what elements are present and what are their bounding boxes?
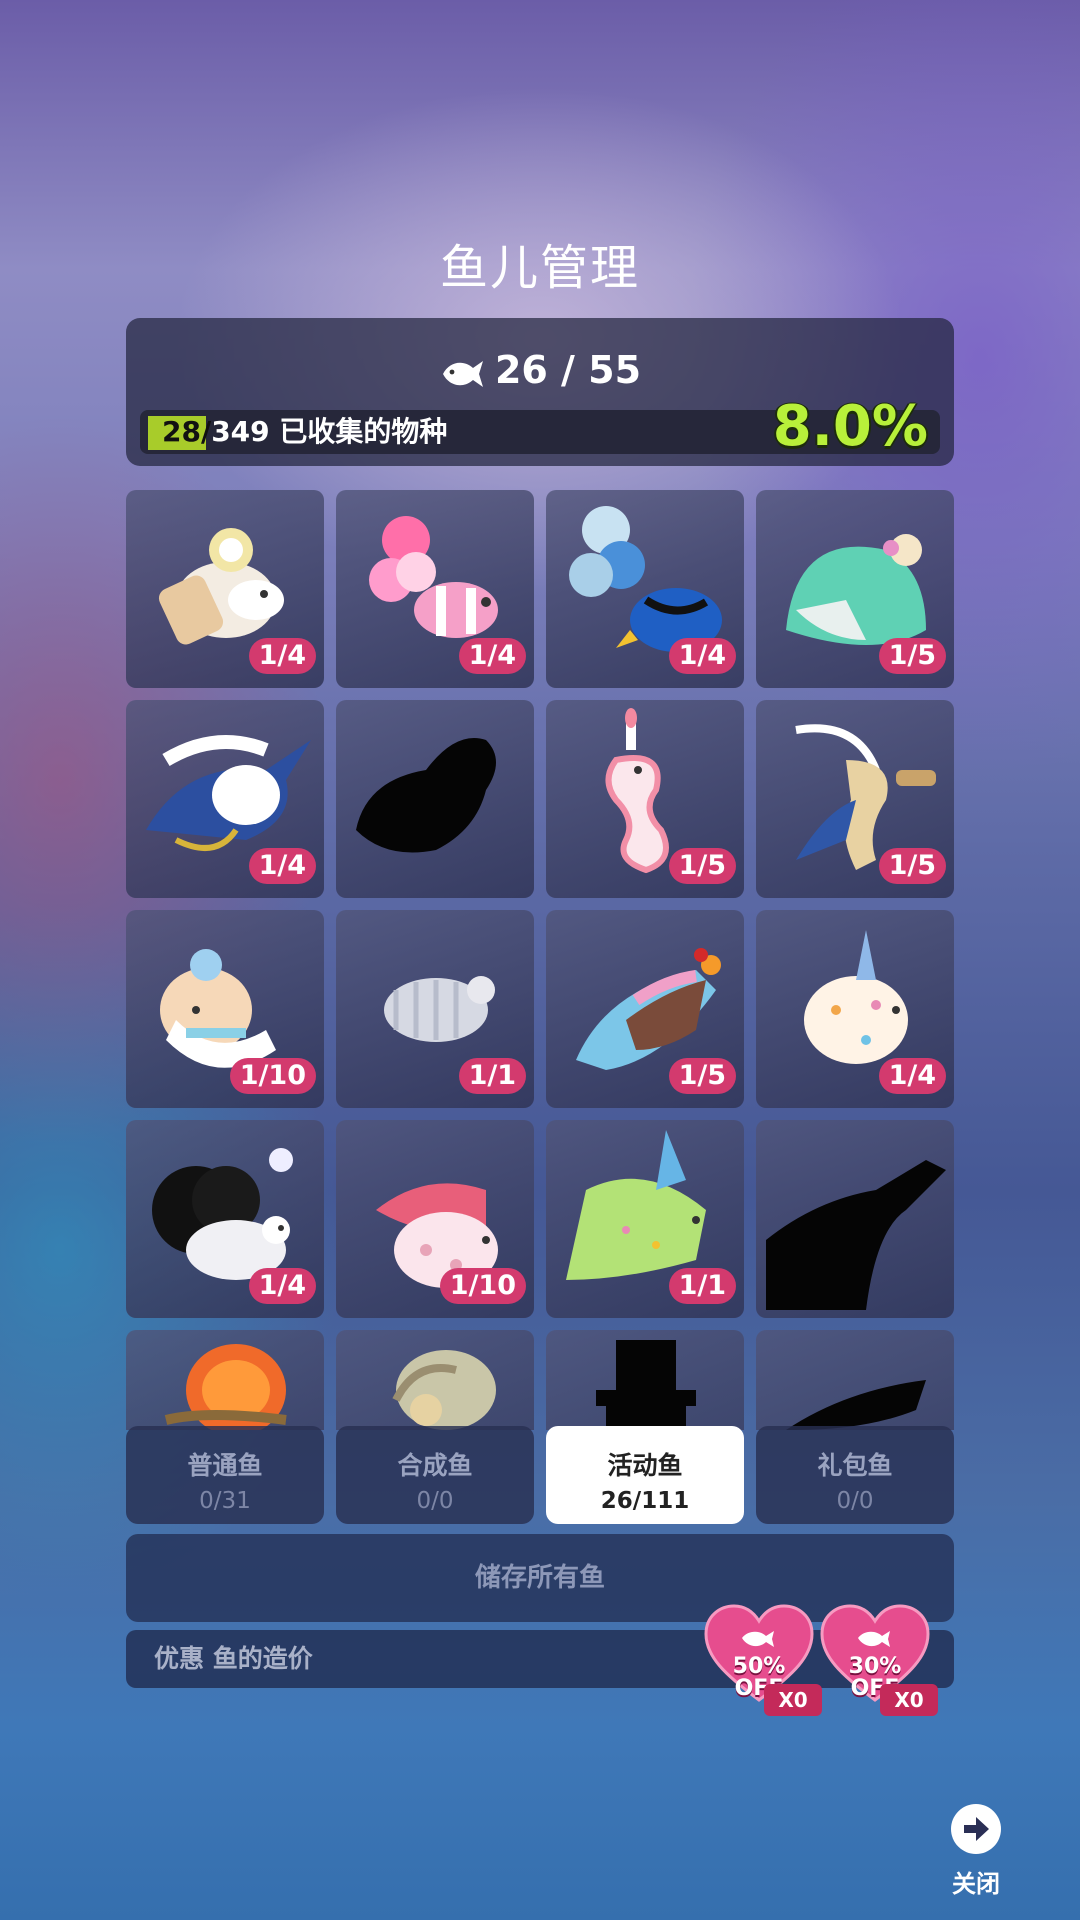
fish-count-badge: 1/4 <box>668 638 736 674</box>
snail-elephant-illustration <box>392 1350 496 1430</box>
fish-count: 26 / 55 <box>126 348 954 392</box>
fish-card-party-hat-fish[interactable]: 1/1 <box>546 1120 744 1318</box>
discount-label: 优惠 鱼的造价 <box>154 1644 313 1673</box>
fish-card-balloon-tang[interactable]: 1/4 <box>546 490 744 688</box>
fish-card-lamb-fish[interactable]: 1/10 <box>126 910 324 1108</box>
fish-count-badge: 1/4 <box>248 638 316 674</box>
fish-count-badge: 1/4 <box>878 1058 946 1094</box>
unknown-crocodile-illustration <box>766 1160 946 1310</box>
top-hat-silhouette-illustration <box>596 1340 696 1430</box>
coupon-quantity: X0 <box>764 1684 822 1716</box>
fish-count-badge: 1/5 <box>878 848 946 884</box>
fish-card-cake-fish[interactable]: 1/4 <box>126 490 324 688</box>
tab-normal-fish[interactable]: 普通鱼 0/31 <box>126 1426 324 1524</box>
fish-grid: 1/4 1/4 1/4 1/5 1/4 1/5 1/5 1/10 1/1 1/5 1/4 1/4 1/1… <box>126 490 956 1430</box>
tab-label: 礼包鱼 <box>817 1451 893 1480</box>
coupon-quantity: X0 <box>880 1684 938 1716</box>
tab-count: 0/0 <box>416 1488 454 1514</box>
tab-label: 合成鱼 <box>397 1451 473 1480</box>
fish-count-badge: 1/1 <box>458 1058 526 1094</box>
fish-card-parfait-squid[interactable]: 1/5 <box>546 910 744 1108</box>
tab-gift-fish[interactable]: 礼包鱼 0/0 <box>756 1426 954 1524</box>
tab-count: 0/31 <box>199 1488 251 1514</box>
unknown-turtle-illustration <box>356 738 496 853</box>
fish-card-snail-elephant[interactable] <box>336 1330 534 1430</box>
tab-event-fish[interactable]: 活动鱼 26/111 <box>546 1426 744 1524</box>
coupon-50-off[interactable]: 50% OFF X0 <box>704 1604 828 1724</box>
fish-card-sheep-fish[interactable]: 1/4 <box>126 1120 324 1318</box>
fish-card-feather-seahorse[interactable]: 1/5 <box>756 700 954 898</box>
fish-card-candle-seahorse[interactable]: 1/5 <box>546 700 744 898</box>
page-title: 鱼儿管理 <box>439 240 640 296</box>
fish-count-badge: 1/4 <box>248 1268 316 1304</box>
shark-silhouette-illustration <box>786 1380 926 1430</box>
tab-synthesized-fish[interactable]: 合成鱼 0/0 <box>336 1426 534 1524</box>
fish-count-badge: 1/10 <box>439 1268 526 1304</box>
fish-card-strawberry-fish[interactable]: 1/10 <box>336 1120 534 1318</box>
fish-count-badge: 1/1 <box>668 1268 736 1304</box>
fish-count-badge: 1/5 <box>668 1058 736 1094</box>
collected-label: 349 已收集的物种 <box>211 415 448 448</box>
arrow-right-icon <box>951 1804 1001 1854</box>
collection-stats-panel: 26 / 55 28/349 已收集的物种 8.0% <box>126 318 954 466</box>
fish-card-unknown-turtle[interactable] <box>336 700 534 898</box>
fish-card-shark-silhouette[interactable] <box>756 1330 954 1430</box>
fish-count-badge: 1/4 <box>458 638 526 674</box>
fish-card-top-hat-silhouette[interactable] <box>546 1330 744 1430</box>
fish-icon <box>442 361 483 387</box>
fish-card-orange-jelly-snail[interactable] <box>126 1330 324 1430</box>
tab-count: 0/0 <box>836 1488 874 1514</box>
collected-count: 28/ <box>162 415 212 448</box>
fish-count-badge: 1/10 <box>229 1058 316 1094</box>
tab-count: 26/111 <box>600 1488 690 1514</box>
fish-count-badge: 1/5 <box>668 848 736 884</box>
close-button[interactable]: 关闭 <box>944 1804 1008 1899</box>
category-tabs: 普通鱼 0/31 合成鱼 0/0 活动鱼 26/111 礼包鱼 0/0 <box>126 1426 956 1526</box>
tab-label: 普通鱼 <box>187 1451 263 1480</box>
collection-percent: 8.0% <box>772 394 928 459</box>
fish-card-party-puffer[interactable]: 1/4 <box>756 910 954 1108</box>
fish-card-balloon-clownfish[interactable]: 1/4 <box>336 490 534 688</box>
fish-count-badge: 1/5 <box>878 638 946 674</box>
fish-count-badge: 1/4 <box>248 848 316 884</box>
fish-count-value: 26 / 55 <box>494 348 642 392</box>
orange-jelly-snail-illustration <box>164 1344 287 1430</box>
fish-card-isopod[interactable]: 1/1 <box>336 910 534 1108</box>
fish-card-mint-dress-fish[interactable]: 1/5 <box>756 490 954 688</box>
close-label: 关闭 <box>952 1870 1000 1898</box>
coupon-30-off[interactable]: 30% OFF X0 <box>820 1604 944 1724</box>
fish-card-unknown-crocodile[interactable] <box>756 1120 954 1318</box>
fish-card-swordfish-captain[interactable]: 1/4 <box>126 700 324 898</box>
tab-label: 活动鱼 <box>607 1451 683 1480</box>
